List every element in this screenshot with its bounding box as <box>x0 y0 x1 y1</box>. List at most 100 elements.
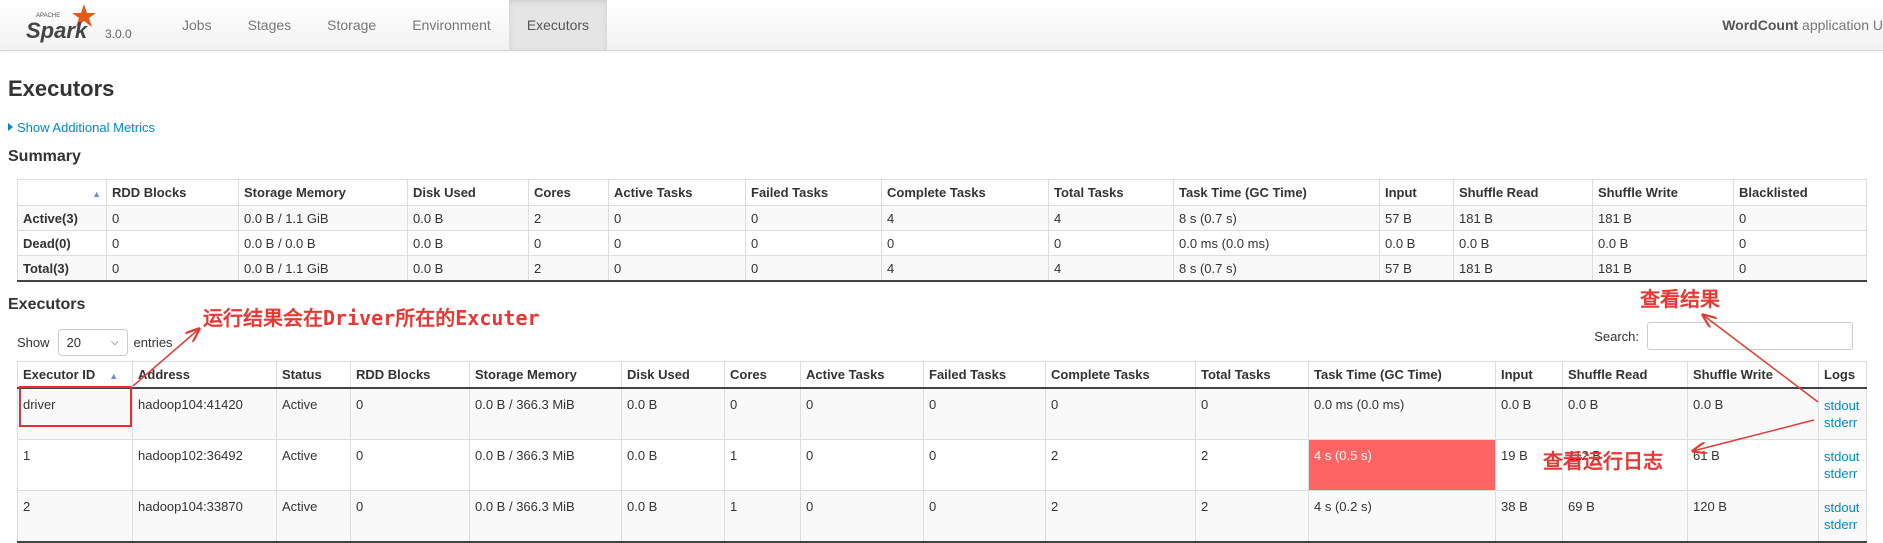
summary-row-dead: Dead(0) 0 0.0 B / 0.0 B 0.0 B 0 0 0 0 0 … <box>17 230 1867 256</box>
sort-asc-icon: ▲ <box>92 189 101 199</box>
summary-header[interactable]: Shuffle Write <box>1592 179 1734 206</box>
executors-header[interactable]: Total Tasks <box>1195 361 1309 389</box>
executor-cell: 1 <box>17 439 133 491</box>
executors-header[interactable]: RDD Blocks <box>350 361 470 389</box>
executor-cell: 0 <box>923 490 1046 543</box>
executors-header[interactable]: Active Tasks <box>800 361 924 389</box>
executor-cell: Active <box>276 490 351 543</box>
summary-header-label[interactable]: ▲ <box>17 179 107 206</box>
executor-cell: 0 <box>350 490 470 543</box>
tab-stages[interactable]: Stages <box>230 0 310 50</box>
summary-header[interactable]: Complete Tasks <box>881 179 1049 206</box>
executor-cell: 38 B <box>1495 490 1563 543</box>
summary-cell: 0 <box>1733 205 1867 231</box>
summary-cell: 0.0 B <box>1592 230 1734 256</box>
show-label: Show <box>17 335 50 350</box>
summary-cell: 8 s (0.7 s) <box>1173 255 1380 282</box>
spark-logo[interactable]: APACHE Spark 3.0.0 <box>26 2 136 46</box>
logs-cell: stdout stderr <box>1818 490 1867 543</box>
stdout-link[interactable]: stdout <box>1824 448 1861 465</box>
tab-environment[interactable]: Environment <box>394 0 509 50</box>
executor-cell: 0 <box>1195 387 1309 440</box>
executors-header[interactable]: Failed Tasks <box>923 361 1046 389</box>
summary-header[interactable]: Total Tasks <box>1048 179 1174 206</box>
executor-cell: 1 <box>724 439 801 491</box>
app-name: WordCount <box>1722 17 1799 33</box>
summary-cell: 57 B <box>1379 205 1454 231</box>
stdout-link[interactable]: stdout <box>1824 499 1861 516</box>
executor-cell: 0 <box>800 490 924 543</box>
summary-cell: 0 <box>608 205 746 231</box>
executor-cell: 61 B <box>1687 439 1819 491</box>
expand-arrow-icon <box>8 123 13 131</box>
summary-cell: 181 B <box>1453 255 1593 282</box>
executors-header[interactable]: Input <box>1495 361 1563 389</box>
executor-cell: 0.0 B <box>1495 387 1563 440</box>
summary-cell: 0 <box>745 230 882 256</box>
summary-cell: 0 <box>1733 255 1867 282</box>
nav-tabs: Jobs Stages Storage Environment Executor… <box>164 0 608 50</box>
executor-cell: 0 <box>923 439 1046 491</box>
page-size-select[interactable]: 20 ⌵ <box>57 329 128 356</box>
executors-header[interactable]: Task Time (GC Time) <box>1308 361 1496 389</box>
summary-cell: 0.0 B / 0.0 B <box>238 230 408 256</box>
summary-header[interactable]: Storage Memory <box>238 179 408 206</box>
tab-jobs[interactable]: Jobs <box>164 0 230 50</box>
executor-cell: 0 <box>923 387 1046 440</box>
executor-cell: 0 <box>724 387 801 440</box>
executor-cell: hadoop104:33870 <box>132 490 277 543</box>
summary-cell: 4 <box>1048 255 1174 282</box>
summary-cell: Dead(0) <box>17 230 107 256</box>
tab-storage[interactable]: Storage <box>309 0 394 50</box>
top-navbar: APACHE Spark 3.0.0 Jobs Stages Storage E… <box>0 0 1883 51</box>
summary-header[interactable]: Active Tasks <box>608 179 746 206</box>
stderr-link[interactable]: stderr <box>1824 516 1861 533</box>
executors-header[interactable]: Status <box>276 361 351 389</box>
summary-row-active: Active(3) 0 0.0 B / 1.1 GiB 0.0 B 2 0 0 … <box>17 205 1867 231</box>
summary-header[interactable]: RDD Blocks <box>106 179 239 206</box>
summary-header[interactable]: Shuffle Read <box>1453 179 1593 206</box>
executor-cell: hadoop102:36492 <box>132 439 277 491</box>
executors-title: Executors <box>8 296 86 313</box>
executors-header[interactable]: Disk Used <box>621 361 725 389</box>
executors-header[interactable]: Shuffle Write <box>1687 361 1819 389</box>
executor-row-2: 2 hadoop104:33870 Active 0 0.0 B / 366.3… <box>17 490 1867 543</box>
summary-header[interactable]: Failed Tasks <box>745 179 882 206</box>
executors-header[interactable]: Executor ID ▲ <box>17 361 133 389</box>
executors-header[interactable]: Complete Tasks <box>1045 361 1196 389</box>
executor-cell: 0.0 B <box>621 490 725 543</box>
sort-asc-icon: ▲ <box>109 371 119 381</box>
executors-header[interactable]: Storage Memory <box>469 361 622 389</box>
stderr-link[interactable]: stderr <box>1824 414 1861 431</box>
summary-header[interactable]: Blacklisted <box>1733 179 1867 206</box>
summary-title: Summary <box>8 148 81 165</box>
summary-header[interactable]: Input <box>1379 179 1454 206</box>
search-input[interactable] <box>1647 322 1853 350</box>
page-size-value: 20 <box>66 335 81 350</box>
app-suffix: application U <box>1798 17 1883 33</box>
summary-header[interactable]: Cores <box>528 179 609 206</box>
executors-header[interactable]: Shuffle Read <box>1562 361 1688 389</box>
executors-header[interactable]: Logs <box>1818 361 1867 389</box>
executors-header[interactable]: Address <box>132 361 277 389</box>
tab-executors[interactable]: Executors <box>508 0 608 50</box>
executor-cell: Active <box>276 387 351 440</box>
summary-cell: Total(3) <box>17 255 107 282</box>
summary-cell: 2 <box>528 255 609 282</box>
executor-cell: 0 <box>350 439 470 491</box>
summary-table: ▲ RDD Blocks Storage Memory Disk Used Co… <box>17 179 1867 282</box>
executor-cell: 0.0 B <box>621 387 725 440</box>
task-time-highlight-cell: 4 s (0.5 s) <box>1308 439 1496 491</box>
executor-cell: 69 B <box>1562 490 1688 543</box>
summary-header[interactable]: Disk Used <box>407 179 529 206</box>
view-result-annotation: 查看结果 <box>1640 287 1720 311</box>
summary-header[interactable]: Task Time (GC Time) <box>1173 179 1380 206</box>
stdout-link[interactable]: stdout <box>1824 397 1861 414</box>
executor-row-driver: driver hadoop104:41420 Active 0 0.0 B / … <box>17 387 1867 440</box>
app-title: WordCount application U <box>1722 0 1883 50</box>
executors-header[interactable]: Cores <box>724 361 801 389</box>
stderr-link[interactable]: stderr <box>1824 465 1861 482</box>
show-additional-metrics[interactable]: Show Additional Metrics <box>8 120 155 135</box>
spark-star-icon: APACHE Spark <box>26 4 96 43</box>
summary-cell: 0.0 B / 1.1 GiB <box>238 205 408 231</box>
